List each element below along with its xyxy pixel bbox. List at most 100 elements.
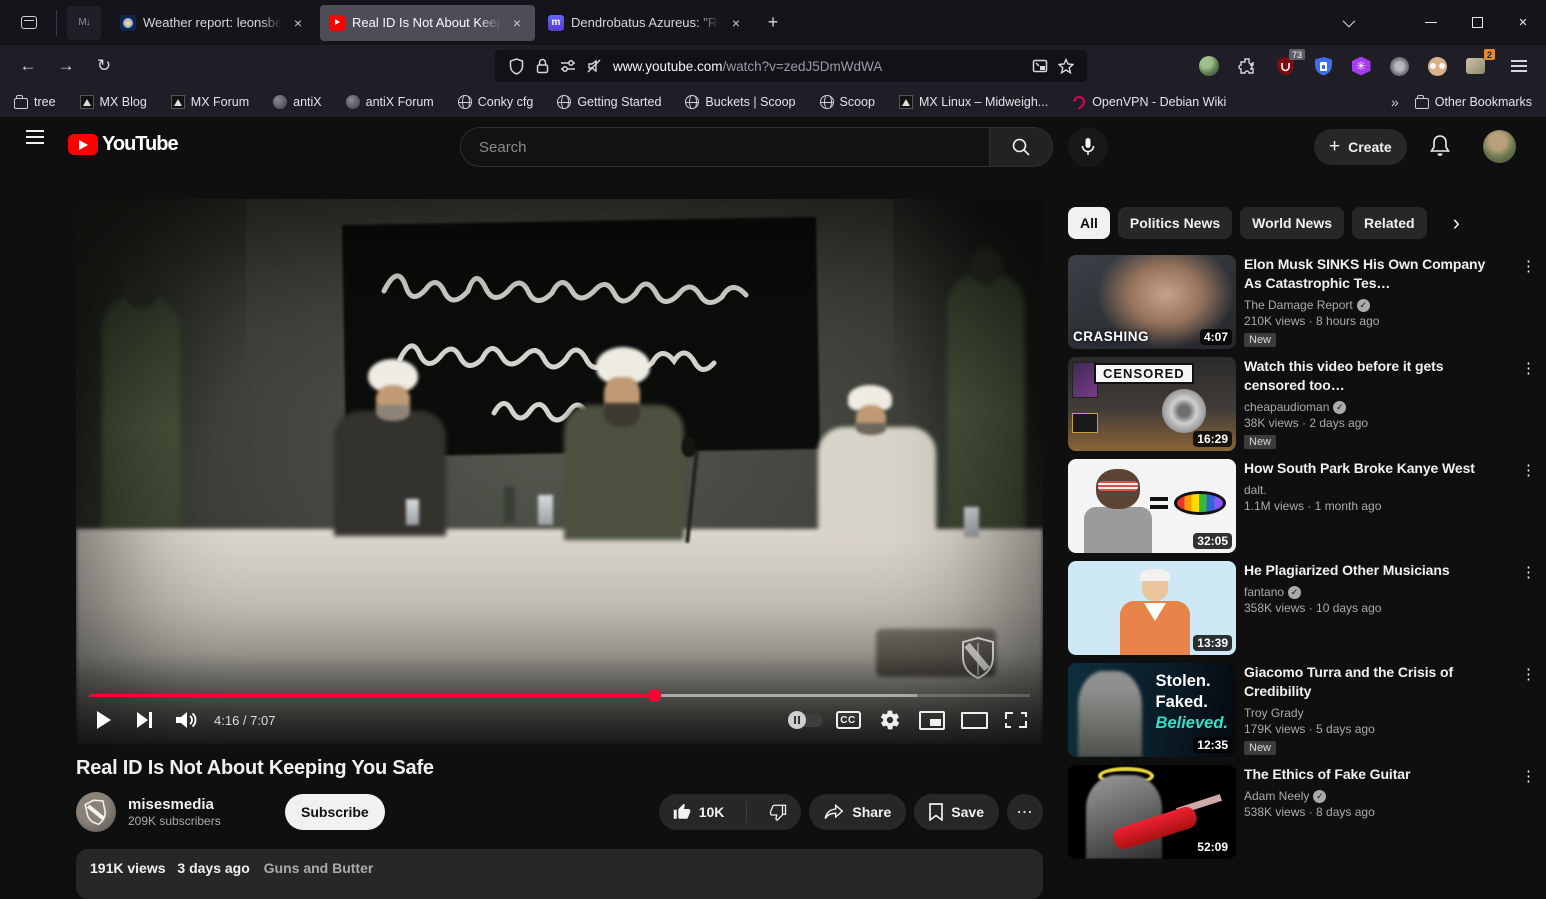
video-title[interactable]: The Ethics of Fake Guitar [1244,765,1506,784]
video-title[interactable]: Giacomo Turra and the Crisis of Credibil… [1244,663,1506,701]
fullscreen-button[interactable] [995,699,1037,741]
video-thumbnail[interactable]: 52:09 [1068,765,1236,859]
search-button[interactable] [989,127,1053,167]
play-button[interactable] [82,699,124,741]
channel-name[interactable]: Troy Grady [1244,706,1304,720]
video-menu-button[interactable]: ⋮ [1521,563,1536,581]
tab-mastodon[interactable]: m Dendrobatus Azureus: "Re × [539,5,754,41]
progress-bar[interactable] [89,689,1030,702]
video-item[interactable]: CRASHING 4:07 Elon Musk SINKS His Own Co… [1068,255,1538,349]
tab-youtube-active[interactable]: Real ID Is Not About Keep × [320,4,535,41]
chip-all[interactable]: All [1068,207,1110,239]
voice-search-button[interactable] [1068,127,1108,167]
forward-button[interactable]: → [50,50,82,82]
list-all-tabs-button[interactable] [1330,8,1364,38]
app-menu-button[interactable] [1506,53,1532,79]
gray-crest-extension-button[interactable] [1386,53,1412,79]
ublock-origin-button[interactable]: 73 [1272,49,1305,79]
video-title[interactable]: He Plagiarized Other Musicians [1244,561,1506,580]
save-button[interactable]: Save [914,794,999,830]
subtitles-button[interactable]: CC [827,699,869,741]
purple-extension-button[interactable]: ✳ [1348,53,1374,79]
notes-extension-button[interactable]: 2 [1462,49,1495,79]
video-menu-button[interactable]: ⋮ [1521,257,1536,275]
bookmark-tree[interactable]: tree [14,95,56,109]
pinned-tab[interactable]: M↓ [67,5,101,40]
autoplay-blocked-icon[interactable] [581,53,607,79]
video-item[interactable]: CENSORED 16:29 Watch this video before i… [1068,357,1538,451]
video-thumbnail[interactable]: 13:39 [1068,561,1236,655]
bookmark-openvpn[interactable]: OpenVPN - Debian Wiki [1072,95,1226,109]
firefox-view-button[interactable] [14,8,44,38]
channel-name[interactable]: Adam Neely [1244,789,1309,803]
settings-button[interactable] [869,699,911,741]
bookmark-mx-blog[interactable]: MX Blog [79,95,147,109]
bookmark-mx-linux[interactable]: MX Linux – Midweigh... [898,95,1048,109]
account-avatar[interactable] [1483,130,1516,163]
video-title[interactable]: How South Park Broke Kanye West [1244,459,1506,478]
video-menu-button[interactable]: ⋮ [1521,665,1536,683]
video-item[interactable]: 52:09 The Ethics of Fake Guitar Adam Nee… [1068,765,1538,859]
chips-next-button[interactable]: › [1453,212,1460,234]
channel-avatar[interactable] [76,792,116,832]
permissions-icon[interactable] [555,53,581,79]
new-tab-button[interactable]: + [758,8,788,38]
create-button[interactable]: + Create [1314,129,1407,165]
bookmark-getting-started[interactable]: Getting Started [557,95,661,109]
video-item[interactable]: 32:05 How South Park Broke Kanye West da… [1068,459,1538,553]
bookmark-scoop[interactable]: Scoop [819,95,875,109]
share-button[interactable]: Share [809,794,907,830]
bookmark-antix[interactable]: antiX [273,95,322,109]
channel-name[interactable]: misesmedia [128,796,273,813]
video-title[interactable]: Elon Musk SINKS His Own Company As Catas… [1244,255,1506,293]
bookmark-mx-forum[interactable]: MX Forum [170,95,249,109]
description-box[interactable]: 191K views 3 days ago Guns and Butter [76,849,1043,899]
chip-politics-news[interactable]: Politics News [1117,207,1233,239]
password-manager-button[interactable] [1310,53,1336,79]
extension-privacy-icon[interactable] [1196,53,1222,79]
video-item[interactable]: 13:39 He Plagiarized Other Musicians fan… [1068,561,1538,655]
avatar-extension-button[interactable] [1424,53,1450,79]
back-button[interactable]: ← [12,50,44,82]
bookmarks-overflow-button[interactable]: » [1391,94,1399,110]
youtube-logo[interactable]: YouTube [68,133,179,156]
autoplay-toggle[interactable] [785,699,827,741]
bookmark-buckets-scoop[interactable]: Buckets | Scoop [685,95,796,109]
reload-button[interactable]: ↻ [88,50,120,82]
video-title[interactable]: Watch this video before it gets censored… [1244,357,1506,395]
other-bookmarks-button[interactable]: Other Bookmarks [1414,95,1532,109]
channel-name[interactable]: dalt. [1244,483,1267,497]
progress-scrubber[interactable] [647,689,661,702]
extensions-puzzle-button[interactable] [1234,53,1260,79]
bookmark-star-icon[interactable] [1053,53,1079,79]
channel-name[interactable]: The Damage Report [1244,298,1353,312]
bookmark-antix-forum[interactable]: antiX Forum [345,95,434,109]
chip-world-news[interactable]: World News [1240,207,1345,239]
tracking-protection-shield-icon[interactable] [503,53,529,79]
notifications-button[interactable] [1429,134,1451,163]
guide-menu-button[interactable] [26,130,44,143]
tab-close-icon[interactable]: × [508,14,526,32]
video-menu-button[interactable]: ⋮ [1521,461,1536,479]
channel-name[interactable]: fantano [1244,585,1284,599]
chip-related[interactable]: Related [1352,207,1427,239]
miniplayer-button[interactable] [911,699,953,741]
video-menu-button[interactable]: ⋮ [1521,767,1536,785]
video-thumbnail[interactable]: 32:05 [1068,459,1236,553]
like-button[interactable]: 10K [659,794,739,830]
video-thumbnail[interactable]: Stolen. Faked. Believed. 12:35 [1068,663,1236,757]
subscribe-button[interactable]: Subscribe [285,794,385,830]
more-actions-button[interactable]: ⋯ [1007,794,1043,830]
window-minimize-button[interactable] [1408,0,1454,45]
dislike-button[interactable] [755,794,801,830]
next-button[interactable] [124,699,166,741]
window-maximize-button[interactable] [1454,0,1500,45]
tab-weather-report[interactable]: Weather report: leonsber × [111,5,316,41]
url-text[interactable]: www.youtube.com/watch?v=zedJ5DmWdWA [613,59,1027,74]
tab-close-icon[interactable]: × [289,14,307,32]
screenshot-icon[interactable] [1027,53,1053,79]
theater-mode-button[interactable] [953,699,995,741]
search-input[interactable] [460,127,989,167]
video-menu-button[interactable]: ⋮ [1521,359,1536,377]
bookmark-conky-cfg[interactable]: Conky cfg [457,95,533,109]
